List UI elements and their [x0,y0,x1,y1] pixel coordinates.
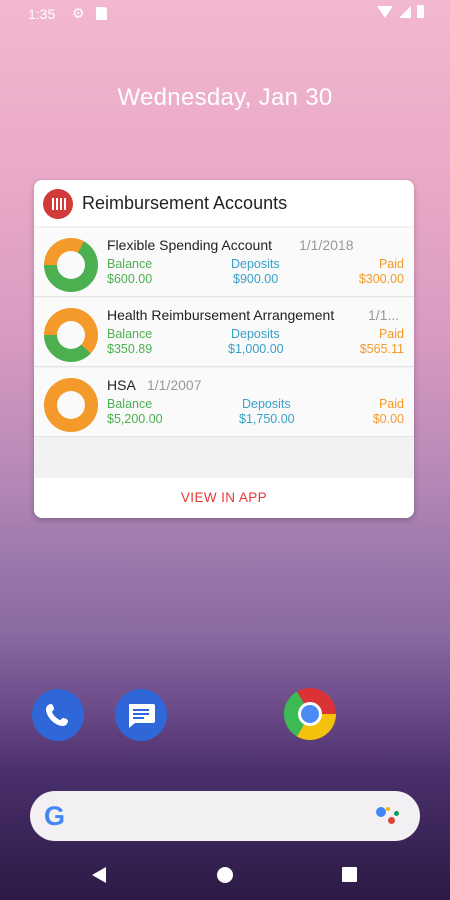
paid-value: $300.00 [358,272,404,286]
balance-value: $5,200.00 [107,412,163,426]
status-time: 1:35 [28,6,56,22]
account-date: 1/1/2007 [147,377,202,393]
back-icon[interactable] [92,867,106,883]
widget-header: Reimbursement Accounts [34,180,414,226]
account-row[interactable]: Flexible Spending Account 1/1/2018 Balan… [34,228,414,297]
deposits-label: Deposits [231,257,280,271]
balance-label: Balance [107,397,153,411]
deposits-value: $1,750.00 [239,412,295,426]
account-donut-chart [44,238,98,292]
account-date: 1/1/2018 [299,237,354,253]
chrome-icon [298,702,322,726]
deposits-label: Deposits [231,327,280,341]
balance-label: Balance [107,257,153,271]
account-name: Health Reimbursement Arrangement [107,307,335,323]
reimbursement-widget[interactable]: Reimbursement Accounts Flexible Spending… [34,180,414,518]
status-bar: 1:35 ⚙ [0,0,450,28]
settings-icon: ⚙ [72,5,85,21]
view-in-app-button[interactable]: VIEW IN APP [34,478,414,518]
app-logo-icon [43,189,73,219]
account-donut-chart [44,308,98,362]
google-logo: G [44,801,66,831]
account-name: HSA [107,377,136,393]
account-row[interactable]: Health Reimbursement Arrangement 1/1... … [34,298,414,367]
messages-icon [129,704,155,728]
balance-value: $600.00 [107,272,153,286]
deposits-label: Deposits [242,397,291,411]
battery-icon [417,5,424,18]
chrome-app-icon[interactable] [284,688,336,740]
paid-value: $0.00 [372,412,404,426]
messages-app-icon[interactable] [115,689,167,741]
account-row[interactable]: HSA 1/1/2007 Balance $5,200.00 Deposits … [34,368,414,437]
account-list: Flexible Spending Account 1/1/2018 Balan… [34,226,414,478]
google-assistant-icon[interactable] [376,805,400,827]
paid-label: Paid [378,327,404,341]
recents-icon[interactable] [342,867,357,882]
paid-label: Paid [378,257,404,271]
home-icon[interactable] [217,867,233,883]
google-search-bar[interactable]: G [30,791,420,841]
deposits-value: $900.00 [233,272,279,286]
balance-value: $350.89 [107,342,153,356]
navigation-bar [0,850,450,900]
balance-label: Balance [107,327,153,341]
sd-card-icon [96,7,107,20]
widget-title: Reimbursement Accounts [82,193,288,213]
phone-icon [46,704,68,726]
account-name: Flexible Spending Account [107,237,272,253]
paid-value: $565.11 [359,342,404,356]
account-date: 1/1... [368,307,400,323]
phone-app-icon[interactable] [32,689,84,741]
account-donut-chart [44,378,98,432]
wifi-icon [377,5,393,18]
signal-icon [399,5,411,18]
paid-label: Paid [378,397,404,411]
deposits-value: $1,000.00 [228,342,284,356]
view-in-app-label: VIEW IN APP [180,490,268,505]
lockscreen-date: Wednesday, Jan 30 [117,84,333,111]
